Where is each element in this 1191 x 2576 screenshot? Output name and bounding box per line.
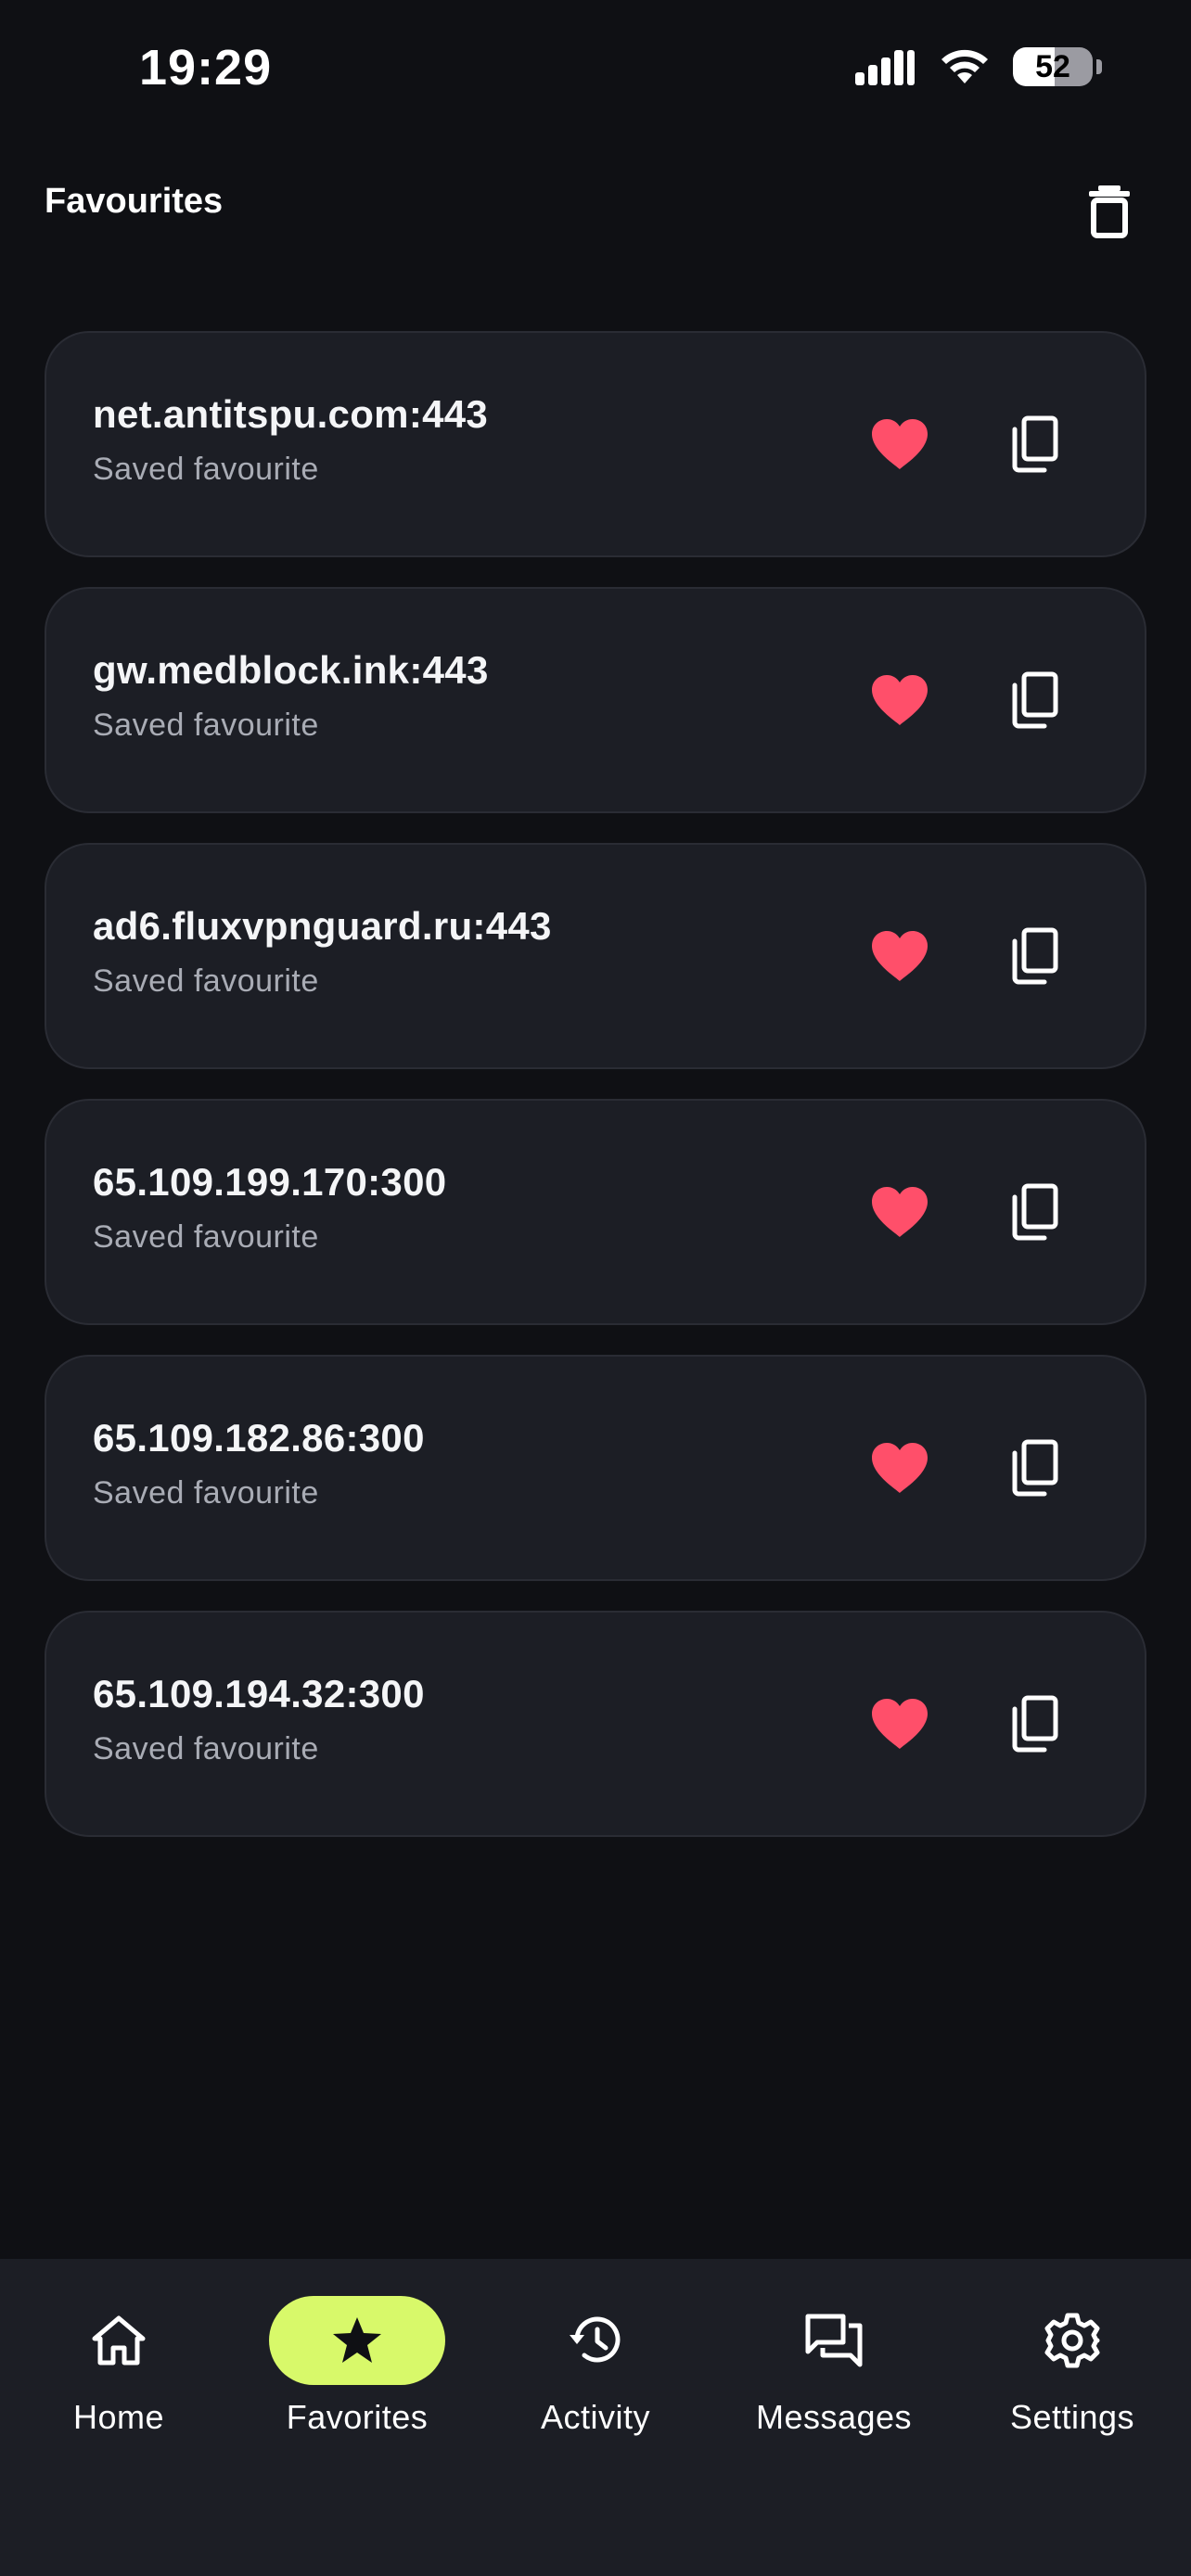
battery-level: 52 bbox=[1035, 48, 1070, 84]
favourite-card[interactable]: gw.medblock.ink:443 Saved favourite bbox=[45, 587, 1146, 813]
favourite-card[interactable]: ad6.fluxvpnguard.ru:443 Saved favourite bbox=[45, 843, 1146, 1069]
signal-icon bbox=[855, 50, 915, 85]
heart-icon bbox=[872, 419, 928, 469]
nav-icon-container bbox=[31, 2296, 207, 2385]
favourite-subtitle: Saved favourite bbox=[93, 1475, 319, 1511]
wifi-icon bbox=[941, 49, 988, 83]
copy-button[interactable] bbox=[996, 1175, 1070, 1249]
favourite-subtitle: Saved favourite bbox=[93, 1731, 319, 1766]
star-icon bbox=[333, 2317, 381, 2363]
nav-label: Activity bbox=[540, 2398, 650, 2436]
unfavourite-button[interactable] bbox=[863, 1431, 937, 1505]
copy-button[interactable] bbox=[996, 663, 1070, 737]
nav-item-home[interactable]: Home bbox=[7, 2296, 230, 2472]
heart-icon bbox=[872, 1699, 928, 1749]
favourite-host: 65.109.182.86:300 bbox=[93, 1416, 425, 1460]
favourite-card[interactable]: 65.109.199.170:300 Saved favourite bbox=[45, 1099, 1146, 1325]
trash-icon bbox=[1089, 185, 1130, 238]
copy-icon bbox=[1012, 415, 1058, 473]
favourite-host: 65.109.199.170:300 bbox=[93, 1160, 447, 1204]
nav-icon-container bbox=[746, 2296, 922, 2385]
heart-icon bbox=[872, 1443, 928, 1493]
unfavourite-button[interactable] bbox=[863, 1175, 937, 1249]
nav-item-favorites[interactable]: Favorites bbox=[246, 2296, 468, 2472]
nav-item-messages[interactable]: Messages bbox=[723, 2296, 945, 2472]
battery-indicator: 52 bbox=[1013, 47, 1093, 86]
favourites-list: net.antitspu.com:443 Saved favourite gw.me… bbox=[45, 331, 1146, 1867]
nav-icon-container bbox=[507, 2296, 684, 2385]
battery-cap bbox=[1096, 59, 1102, 74]
nav-item-activity[interactable]: Activity bbox=[484, 2296, 707, 2472]
nav-label: Favorites bbox=[286, 2398, 429, 2436]
unfavourite-button[interactable] bbox=[863, 407, 937, 481]
nav-active-pill bbox=[269, 2296, 445, 2385]
nav-item-settings[interactable]: Settings bbox=[961, 2296, 1184, 2472]
copy-icon bbox=[1012, 1183, 1058, 1241]
history-icon bbox=[570, 2316, 621, 2363]
favourite-host: gw.medblock.ink:443 bbox=[93, 648, 489, 692]
status-time: 19:29 bbox=[139, 40, 273, 96]
nav-label: Home bbox=[72, 2398, 165, 2436]
page-title: Favourites bbox=[45, 182, 224, 221]
favourites-screen: 19:29 52 Favourites net.antitspu.com:443… bbox=[0, 0, 1191, 2576]
favourite-subtitle: Saved favourite bbox=[93, 963, 319, 999]
home-icon bbox=[92, 2315, 146, 2366]
nav-icon-container bbox=[984, 2296, 1160, 2385]
favourite-subtitle: Saved favourite bbox=[93, 452, 319, 487]
unfavourite-button[interactable] bbox=[863, 663, 937, 737]
gear-icon bbox=[1044, 2313, 1100, 2368]
nav-label: Messages bbox=[755, 2398, 913, 2436]
favourite-card[interactable]: 65.109.182.86:300 Saved favourite bbox=[45, 1355, 1146, 1581]
copy-button[interactable] bbox=[996, 407, 1070, 481]
favourite-card[interactable]: 65.109.194.32:300 Saved favourite bbox=[45, 1611, 1146, 1837]
heart-icon bbox=[872, 675, 928, 725]
copy-icon bbox=[1012, 671, 1058, 729]
copy-icon bbox=[1012, 1695, 1058, 1753]
heart-icon bbox=[872, 931, 928, 981]
favourite-host: ad6.fluxvpnguard.ru:443 bbox=[93, 904, 552, 948]
messages-icon bbox=[805, 2314, 863, 2367]
favourite-host: 65.109.194.32:300 bbox=[93, 1672, 425, 1715]
copy-button[interactable] bbox=[996, 1687, 1070, 1761]
unfavourite-button[interactable] bbox=[863, 1687, 937, 1761]
favourite-subtitle: Saved favourite bbox=[93, 708, 319, 743]
status-icons: 52 bbox=[853, 46, 1102, 87]
copy-icon bbox=[1012, 1439, 1058, 1497]
bottom-navigation: Home Favorites Activity Messages Setting… bbox=[0, 2259, 1191, 2576]
favourite-card[interactable]: net.antitspu.com:443 Saved favourite bbox=[45, 331, 1146, 557]
favourite-host: net.antitspu.com:443 bbox=[93, 392, 489, 436]
heart-icon bbox=[872, 1187, 928, 1237]
copy-icon bbox=[1012, 927, 1058, 985]
unfavourite-button[interactable] bbox=[863, 919, 937, 993]
delete-all-button[interactable] bbox=[1072, 174, 1146, 249]
status-bar: 19:29 52 bbox=[0, 0, 1191, 139]
nav-label: Settings bbox=[1009, 2398, 1135, 2436]
copy-button[interactable] bbox=[996, 1431, 1070, 1505]
favourite-subtitle: Saved favourite bbox=[93, 1219, 319, 1255]
copy-button[interactable] bbox=[996, 919, 1070, 993]
